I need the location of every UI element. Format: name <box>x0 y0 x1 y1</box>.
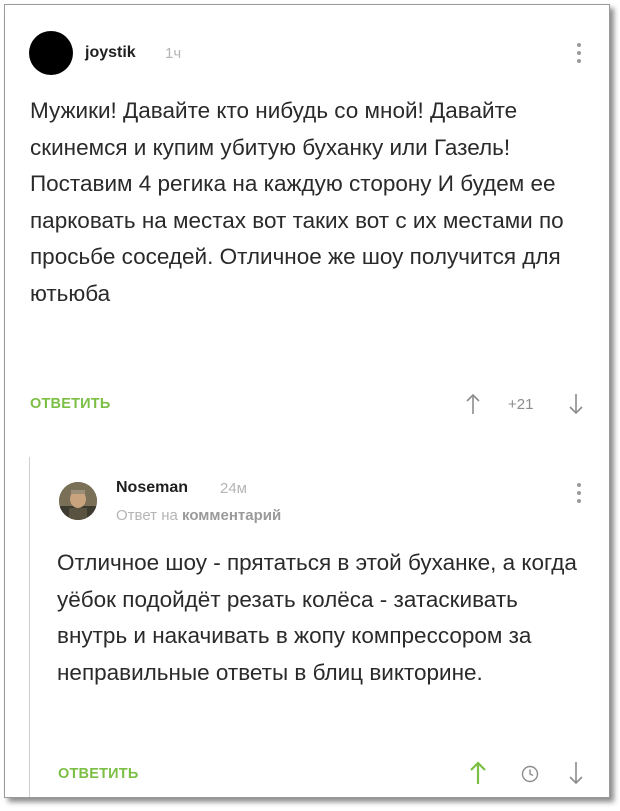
reply-username[interactable]: Noseman <box>116 479 188 497</box>
arrow-up-icon[interactable] <box>465 392 481 416</box>
more-options-button[interactable] <box>576 43 582 67</box>
reply-reply-button[interactable]: ОТВЕТИТЬ <box>58 766 138 782</box>
reply-more-options-button[interactable] <box>576 483 582 507</box>
arrow-down-icon[interactable] <box>568 392 584 416</box>
arrow-up-icon[interactable] <box>469 760 487 786</box>
avatar[interactable] <box>29 31 73 75</box>
clock-icon[interactable] <box>521 765 539 783</box>
comment-thread: joystik 1ч Мужики! Давайте кто нибудь со… <box>4 4 610 798</box>
more-vertical-icon <box>577 43 581 47</box>
reply-to-link[interactable]: комментарий <box>182 507 281 524</box>
reply-text: Отличное шоу - прятаться в этой буханке,… <box>57 550 577 685</box>
reply-avatar[interactable] <box>59 482 97 520</box>
arrow-down-icon[interactable] <box>568 760 584 786</box>
comment-text: Мужики! Давайте кто нибудь со мной! Дава… <box>30 98 564 306</box>
reply-to-prefix: Ответ на <box>116 507 178 524</box>
reply-time: 24м <box>220 480 247 497</box>
more-vertical-icon <box>577 483 581 487</box>
reply-to-label: Ответ на комментарий <box>116 507 281 524</box>
reply-button[interactable]: ОТВЕТИТЬ <box>30 396 110 412</box>
thread-line <box>29 457 30 797</box>
comment-time: 1ч <box>165 45 182 62</box>
comment-username[interactable]: joystik <box>85 44 136 62</box>
comment-rating: +21 <box>508 396 534 413</box>
avatar-image <box>59 482 97 520</box>
